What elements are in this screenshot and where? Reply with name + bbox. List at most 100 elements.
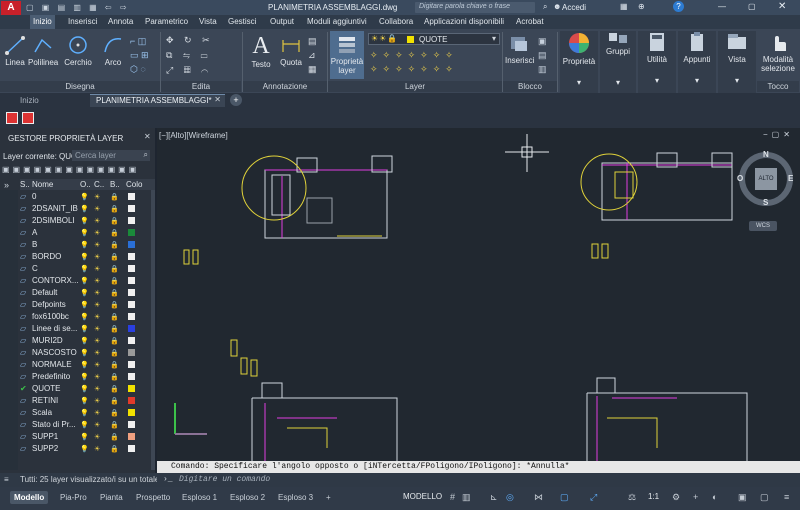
clipboard-button[interactable]: Appunti ▾ — [678, 31, 716, 93]
layer-tools[interactable]: ✧✧✧✧✧✧✧ ✧✧✧✧✧✧✧ — [370, 48, 500, 78]
sun-icon[interactable]: ☀ — [94, 252, 100, 263]
sun-icon[interactable]: ☀ — [94, 348, 100, 359]
layer-color-swatch[interactable] — [128, 337, 135, 344]
col-color[interactable]: Colo — [126, 179, 142, 190]
compass-north[interactable]: N — [763, 150, 769, 159]
layer-color-swatch[interactable] — [128, 289, 135, 296]
layer-color-swatch[interactable] — [128, 397, 135, 404]
polyline-button[interactable]: Polilinea — [28, 34, 58, 67]
layer-color-swatch[interactable] — [128, 409, 135, 416]
lock-icon[interactable]: 🔒 — [110, 228, 119, 239]
layer-color-swatch[interactable] — [128, 349, 135, 356]
sun-icon[interactable]: ☀ — [94, 312, 100, 323]
layer-row[interactable]: ▱ fox6100bc 💡 ☀ 🔒 — [20, 311, 155, 322]
layer-color-swatch[interactable] — [128, 373, 135, 380]
panel-edita[interactable]: Edita — [161, 81, 241, 92]
lightbulb-icon[interactable]: 💡 — [80, 300, 89, 311]
circle-button[interactable]: Cerchio — [62, 34, 94, 67]
minimize-icon[interactable]: — — [718, 2, 726, 11]
layer-row[interactable]: ▱ Defpoints 💡 ☀ 🔒 — [20, 299, 155, 310]
exchange-icon[interactable]: ⊕ — [638, 2, 645, 11]
col-name[interactable]: Nome — [32, 179, 53, 190]
lightbulb-icon[interactable]: 💡 — [80, 276, 89, 287]
pdf-import-icon[interactable] — [6, 112, 18, 124]
layer-color-swatch[interactable] — [128, 241, 135, 248]
arc-button[interactable]: Arco — [100, 34, 126, 67]
layer-row[interactable]: ▱ NORMALE 💡 ☀ 🔒 — [20, 359, 155, 370]
layer-color-swatch[interactable] — [128, 325, 135, 332]
lock-icon[interactable]: 🔒 — [110, 312, 119, 323]
sun-icon[interactable]: ☀ — [94, 444, 100, 455]
layer-scrollbar[interactable] — [151, 190, 155, 470]
sun-icon[interactable]: ☀ — [94, 396, 100, 407]
layer-color-swatch[interactable] — [128, 361, 135, 368]
lightbulb-icon[interactable]: 💡 — [80, 312, 89, 323]
lightbulb-icon[interactable]: 💡 — [80, 348, 89, 359]
layer-row[interactable]: ▱ 2DSIMBOLI 💡 ☀ 🔒 — [20, 215, 155, 226]
layer-row[interactable]: ▱ Linee di se... 💡 ☀ 🔒 — [20, 323, 155, 334]
sun-icon[interactable]: ☀ — [94, 288, 100, 299]
layer-row[interactable]: ▱ B 💡 ☀ 🔒 — [20, 239, 155, 250]
close-icon[interactable]: ✕ — [778, 1, 786, 12]
col-status[interactable]: S.. — [20, 179, 30, 190]
layout-tab[interactable]: Modello — [10, 491, 49, 504]
tab-vista[interactable]: Vista — [199, 15, 217, 29]
sun-icon[interactable]: ☀ — [94, 432, 100, 443]
lightbulb-icon[interactable]: 💡 — [80, 324, 89, 335]
sun-icon[interactable]: ☀ — [94, 192, 100, 203]
layer-color-swatch[interactable] — [128, 433, 135, 440]
lock-icon[interactable]: 🔒 — [110, 240, 119, 251]
isolate-icon[interactable]: ◐ — [712, 492, 717, 502]
dimension-button[interactable]: Quota — [277, 34, 305, 67]
insert-block-button[interactable]: Inserisci — [505, 34, 534, 65]
tab-moduli-aggiuntivi[interactable]: Moduli aggiuntivi — [307, 15, 367, 29]
layer-row[interactable]: ▱ Predefinito 💡 ☀ 🔒 — [20, 371, 155, 382]
lock-icon[interactable]: 🔒 — [110, 360, 119, 371]
lock-icon[interactable]: 🔒 — [110, 408, 119, 419]
user-icon[interactable]: ☻ — [553, 2, 561, 11]
tab-applicazioni[interactable]: Applicazioni disponibili — [424, 15, 504, 29]
layer-search-input[interactable]: Cerca layer ⌕ — [72, 150, 150, 161]
block-small-tools[interactable]: ▣ ▤ ▥ — [538, 34, 552, 78]
compass-west[interactable]: O — [737, 174, 743, 183]
search-icon[interactable]: ⌕ — [543, 2, 547, 12]
tab-gestisci[interactable]: Gestisci — [228, 15, 256, 29]
layer-row[interactable]: ▱ Stato di Pr... 💡 ☀ 🔒 — [20, 419, 155, 430]
layer-row[interactable]: ▱ CONTORX... 💡 ☀ 🔒 — [20, 275, 155, 286]
sun-icon[interactable]: ☀ — [94, 360, 100, 371]
osnap-icon[interactable]: ▢ — [560, 492, 569, 503]
lightbulb-icon[interactable]: 💡 — [80, 228, 89, 239]
layer-row[interactable]: ▱ NASCOSTO 💡 ☀ 🔒 — [20, 347, 155, 358]
layer-color-swatch[interactable] — [128, 265, 135, 272]
tab-annota[interactable]: Annota — [108, 15, 133, 29]
lightbulb-icon[interactable]: 💡 — [80, 192, 89, 203]
ortho-icon[interactable]: ⊾ — [490, 492, 498, 503]
sun-icon[interactable]: ☀ — [94, 372, 100, 383]
properties-button[interactable]: Proprietà ▾ — [560, 31, 598, 93]
panel-annotazione[interactable]: Annotazione — [243, 81, 327, 92]
layer-color-swatch[interactable] — [128, 421, 135, 428]
groups-button[interactable]: Gruppi ▾ — [600, 31, 636, 93]
col-freeze[interactable]: C.. — [94, 179, 104, 190]
sun-icon[interactable]: ☀ — [94, 300, 100, 311]
panel-disegna[interactable]: Disegna — [0, 81, 160, 92]
model-space-button[interactable]: MODELLO — [403, 492, 442, 501]
lightbulb-icon[interactable]: 💡 — [80, 408, 89, 419]
layer-color-swatch[interactable] — [128, 313, 135, 320]
lock-icon[interactable]: 🔒 — [110, 420, 119, 431]
panel-tocco[interactable]: Tocco — [757, 81, 799, 92]
close-icon[interactable]: ✕ — [144, 132, 151, 141]
sun-icon[interactable]: ☀ — [94, 420, 100, 431]
tab-inizio[interactable]: Inizio — [30, 15, 55, 29]
tab-current-drawing[interactable]: PLANIMETRIA ASSEMBLAGGI* ✕ — [90, 94, 225, 107]
col-lock[interactable]: B.. — [110, 179, 120, 190]
lightbulb-icon[interactable]: 💡 — [80, 444, 89, 455]
layer-color-swatch[interactable] — [128, 193, 135, 200]
tab-parametrico[interactable]: Parametrico — [145, 15, 188, 29]
sun-icon[interactable]: ☀ — [94, 204, 100, 215]
lock-icon[interactable]: 🔒 — [110, 432, 119, 443]
wcs-menu[interactable]: WCS — [749, 221, 777, 231]
drawing-canvas[interactable]: [−][Alto][Wireframe] −▢✕ ALTO N S E O WC… — [157, 128, 800, 461]
snap-icon[interactable]: ▥ — [462, 492, 471, 503]
lock-icon[interactable]: 🔒 — [110, 288, 119, 299]
